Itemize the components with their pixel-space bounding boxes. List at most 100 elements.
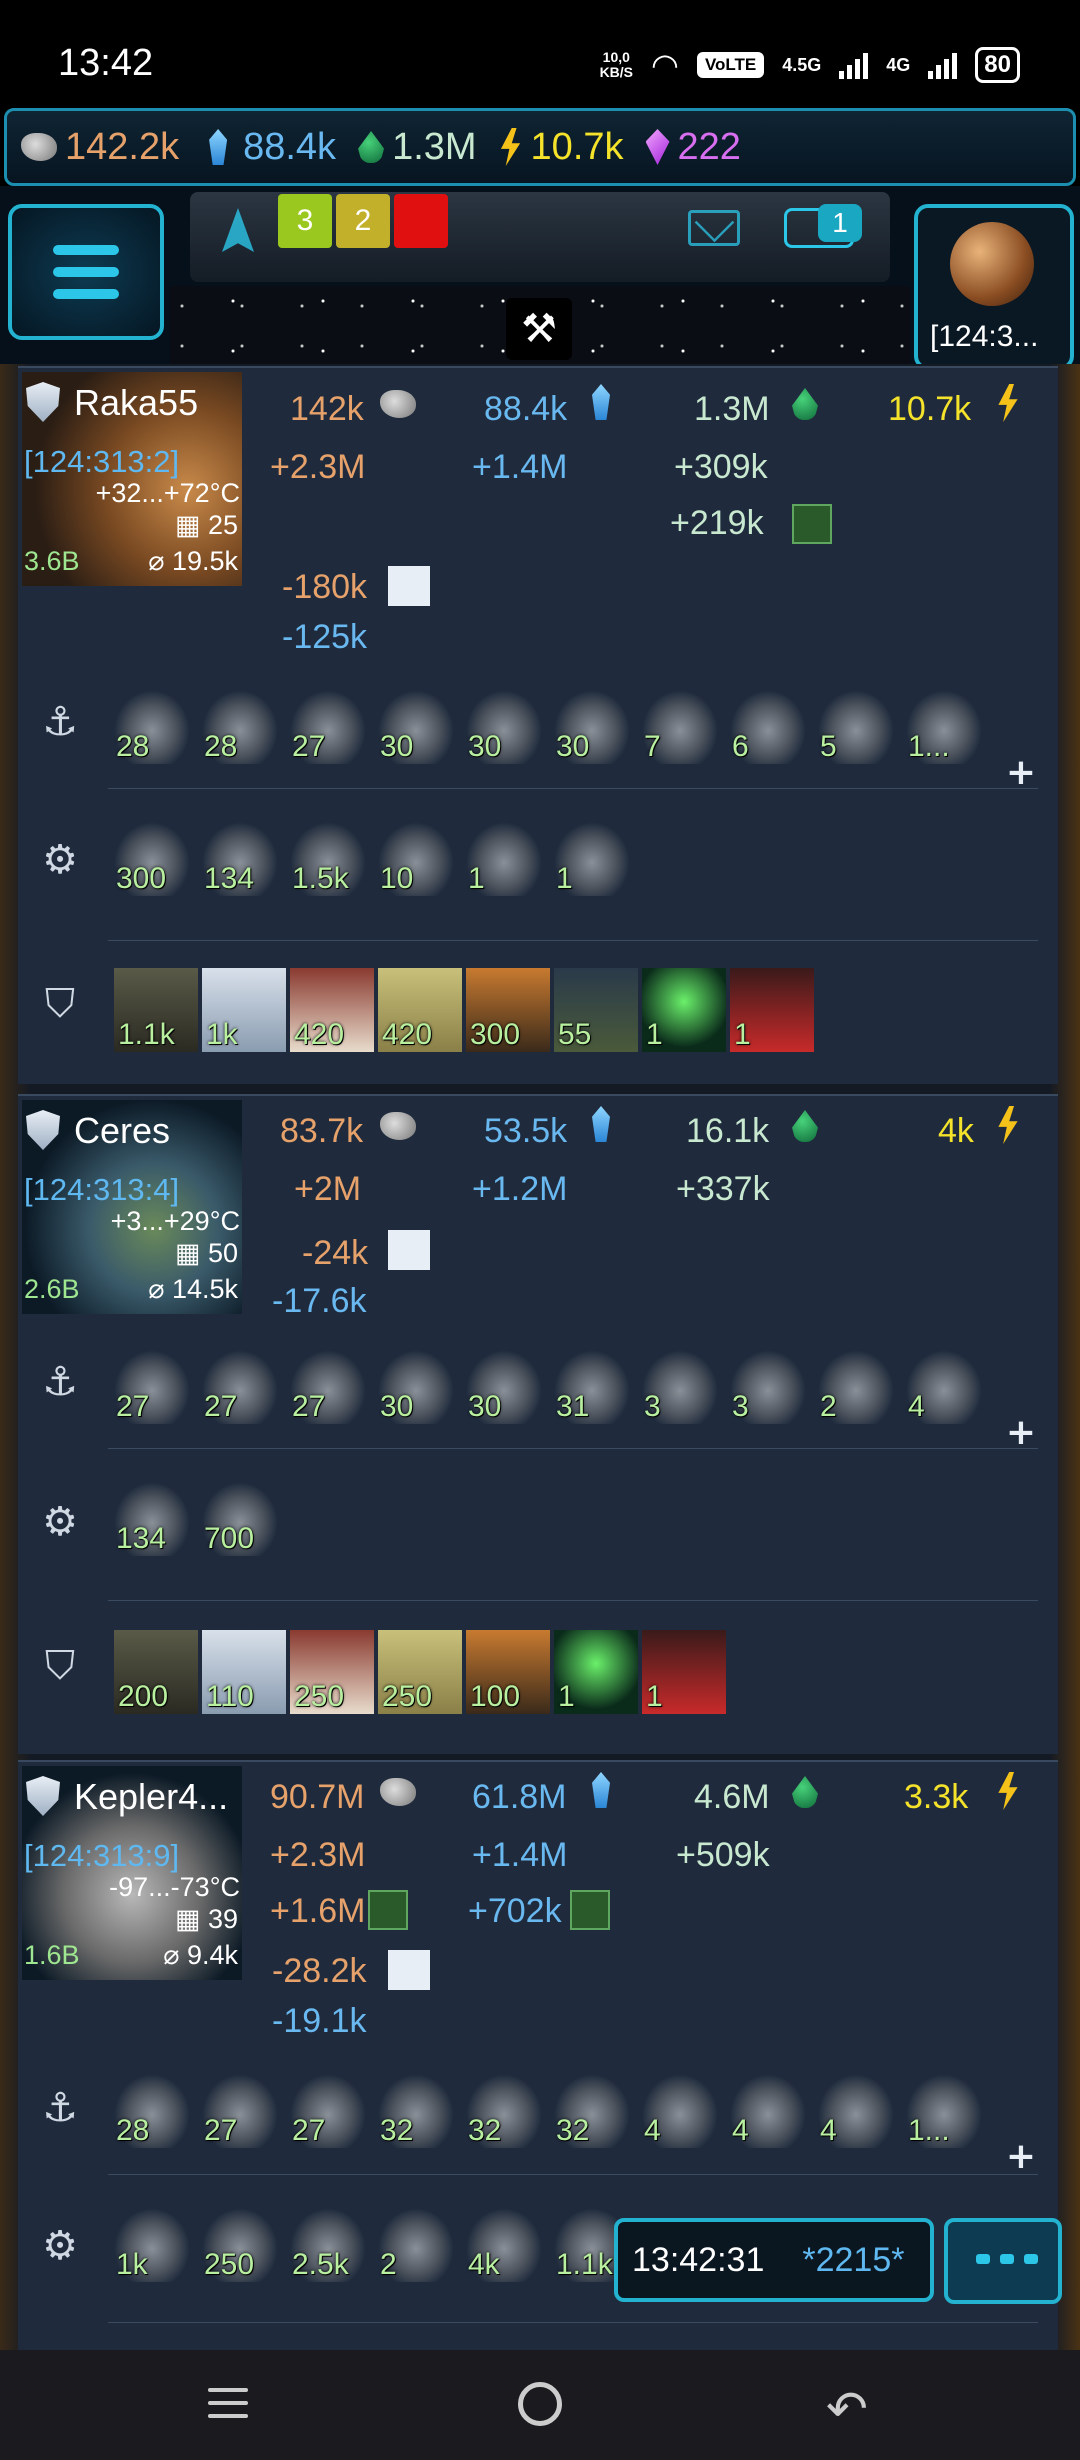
- badge-yellow[interactable]: 2: [336, 194, 390, 248]
- chart-icon[interactable]: [388, 566, 430, 606]
- crane-icon[interactable]: ⚓: [36, 1358, 84, 1406]
- defense-row[interactable]: 1.1k 1k 420 420 300 55 1 1: [114, 968, 814, 1052]
- defense-unit[interactable]: 1: [730, 968, 814, 1052]
- ship-unit[interactable]: 28: [114, 2068, 190, 2148]
- menu-button[interactable]: [8, 204, 164, 340]
- ship-unit[interactable]: 3: [730, 1344, 806, 1424]
- defense-row[interactable]: 200 110 250 250 100 1 1: [114, 1630, 726, 1714]
- ship-unit[interactable]: 1...: [906, 2068, 982, 2148]
- booster-icon[interactable]: [792, 504, 832, 544]
- planet-image[interactable]: Ceres [124:313:4] +3...+29°C ▦ 50 2.6B ⌀…: [22, 1100, 242, 1314]
- fleet-unit[interactable]: 250: [202, 2202, 278, 2282]
- chart-icon[interactable]: [388, 1230, 430, 1270]
- ship-unit[interactable]: 4: [730, 2068, 806, 2148]
- fleet-row[interactable]: 1k 250 2.5k 2 4k 1.1k: [114, 2202, 630, 2282]
- add-button[interactable]: +: [1006, 752, 1036, 793]
- fleet-unit[interactable]: 1: [554, 816, 630, 896]
- defense-unit[interactable]: 1k: [202, 968, 286, 1052]
- planet-card[interactable]: Raka55 [124:313:2] +32...+72°C ▦ 25 3.6B…: [18, 366, 1058, 1084]
- mail-icon[interactable]: [688, 210, 740, 246]
- gear-icon[interactable]: ⚙: [36, 2222, 84, 2270]
- crane-icon[interactable]: ⚓: [36, 2084, 84, 2132]
- ship-unit[interactable]: 30: [466, 684, 542, 764]
- defense-unit[interactable]: 1: [642, 968, 726, 1052]
- tools-icon[interactable]: ⚒: [506, 298, 572, 360]
- ship-unit[interactable]: 32: [378, 2068, 454, 2148]
- booster-icon[interactable]: [368, 1890, 408, 1930]
- ship-unit[interactable]: 30: [378, 684, 454, 764]
- ship-unit[interactable]: 4: [642, 2068, 718, 2148]
- fleet-unit[interactable]: 4k: [466, 2202, 542, 2282]
- defense-unit[interactable]: 1: [554, 1630, 638, 1714]
- chart-icon[interactable]: [388, 1950, 430, 1990]
- ship-unit[interactable]: 3: [642, 1344, 718, 1424]
- ship-unit[interactable]: 30: [554, 684, 630, 764]
- ship-unit[interactable]: 27: [290, 1344, 366, 1424]
- chat-count-badge[interactable]: 1: [818, 204, 862, 242]
- planet-coord[interactable]: [124:313:9]: [24, 1838, 179, 1874]
- crane-icon[interactable]: ⚓: [36, 698, 84, 746]
- defense-unit[interactable]: 300: [466, 968, 550, 1052]
- planet-card[interactable]: Ceres [124:313:4] +3...+29°C ▦ 50 2.6B ⌀…: [18, 1094, 1058, 1754]
- ship-unit[interactable]: 32: [466, 2068, 542, 2148]
- ship-unit[interactable]: 28: [202, 684, 278, 764]
- back-icon[interactable]: ↶: [826, 2380, 868, 2438]
- planet-image[interactable]: Raka55 [124:313:2] +32...+72°C ▦ 25 3.6B…: [22, 372, 242, 586]
- ship-unit[interactable]: 4: [906, 1344, 982, 1424]
- defense-unit[interactable]: 100: [466, 1630, 550, 1714]
- fleet-unit[interactable]: 1.5k: [290, 816, 366, 896]
- add-button[interactable]: +: [1006, 1412, 1036, 1453]
- ships-row[interactable]: 27 27 27 30 30 31 3 3 2 4: [114, 1344, 982, 1424]
- fleet-unit[interactable]: 134: [202, 816, 278, 896]
- ship-unit[interactable]: 2: [818, 1344, 894, 1424]
- gear-icon[interactable]: ⚙: [36, 836, 84, 884]
- fleet-unit[interactable]: 700: [202, 1476, 278, 1556]
- defense-unit[interactable]: 1.1k: [114, 968, 198, 1052]
- recents-icon[interactable]: [208, 2388, 248, 2422]
- defense-unit[interactable]: 200: [114, 1630, 198, 1714]
- defense-unit[interactable]: 420: [378, 968, 462, 1052]
- defense-unit[interactable]: 110: [202, 1630, 286, 1714]
- planet-coord[interactable]: [124:313:4]: [24, 1172, 179, 1208]
- server-clock[interactable]: 13:42:31 *2215*: [614, 2218, 934, 2302]
- fleet-unit[interactable]: 1: [466, 816, 542, 896]
- ship-unit[interactable]: 28: [114, 684, 190, 764]
- home-icon[interactable]: [518, 2382, 562, 2426]
- defense-unit[interactable]: 250: [290, 1630, 374, 1714]
- ship-unit[interactable]: 27: [202, 1344, 278, 1424]
- ship-unit[interactable]: 4: [818, 2068, 894, 2148]
- gear-icon[interactable]: ⚙: [36, 1498, 84, 1546]
- ship-unit[interactable]: 27: [202, 2068, 278, 2148]
- fleet-unit[interactable]: 2.5k: [290, 2202, 366, 2282]
- ship-unit[interactable]: 7: [642, 684, 718, 764]
- booster-icon[interactable]: [570, 1890, 610, 1930]
- resource-bar[interactable]: 142.2k 88.4k 1.3M 10.7k 222: [4, 108, 1076, 186]
- defense-unit[interactable]: 420: [290, 968, 374, 1052]
- event-badges[interactable]: 3 2: [278, 194, 448, 248]
- badge-red[interactable]: [394, 194, 448, 248]
- ships-row[interactable]: 28 28 27 30 30 30 7 6 5 1...: [114, 684, 982, 764]
- ship-unit[interactable]: 27: [290, 684, 366, 764]
- shield-icon[interactable]: ⛉: [36, 980, 84, 1028]
- defense-unit[interactable]: 55: [554, 968, 638, 1052]
- ship-unit[interactable]: 30: [466, 1344, 542, 1424]
- ship-unit[interactable]: 31: [554, 1344, 630, 1424]
- fleet-unit[interactable]: 10: [378, 816, 454, 896]
- ship-unit[interactable]: 27: [114, 1344, 190, 1424]
- ship-unit[interactable]: 6: [730, 684, 806, 764]
- defense-unit[interactable]: 250: [378, 1630, 462, 1714]
- ship-unit[interactable]: 32: [554, 2068, 630, 2148]
- shield-icon[interactable]: ⛉: [36, 1642, 84, 1690]
- badge-green[interactable]: 3: [278, 194, 332, 248]
- planet-coord[interactable]: [124:313:2]: [24, 444, 179, 480]
- add-button[interactable]: +: [1006, 2136, 1036, 2177]
- ship-unit[interactable]: 1...: [906, 684, 982, 764]
- planet-list[interactable]: Raka55 [124:313:2] +32...+72°C ▦ 25 3.6B…: [0, 364, 1080, 2350]
- fleet-unit[interactable]: 2: [378, 2202, 454, 2282]
- fleet-unit[interactable]: 300: [114, 816, 190, 896]
- fleet-unit[interactable]: 1k: [114, 2202, 190, 2282]
- current-planet-button[interactable]: [124:3...: [914, 204, 1074, 370]
- planet-image[interactable]: Kepler4... [124:313:9] -97...-73°C ▦ 39 …: [22, 1766, 242, 1980]
- chat-button[interactable]: [944, 2218, 1062, 2304]
- ship-unit[interactable]: 27: [290, 2068, 366, 2148]
